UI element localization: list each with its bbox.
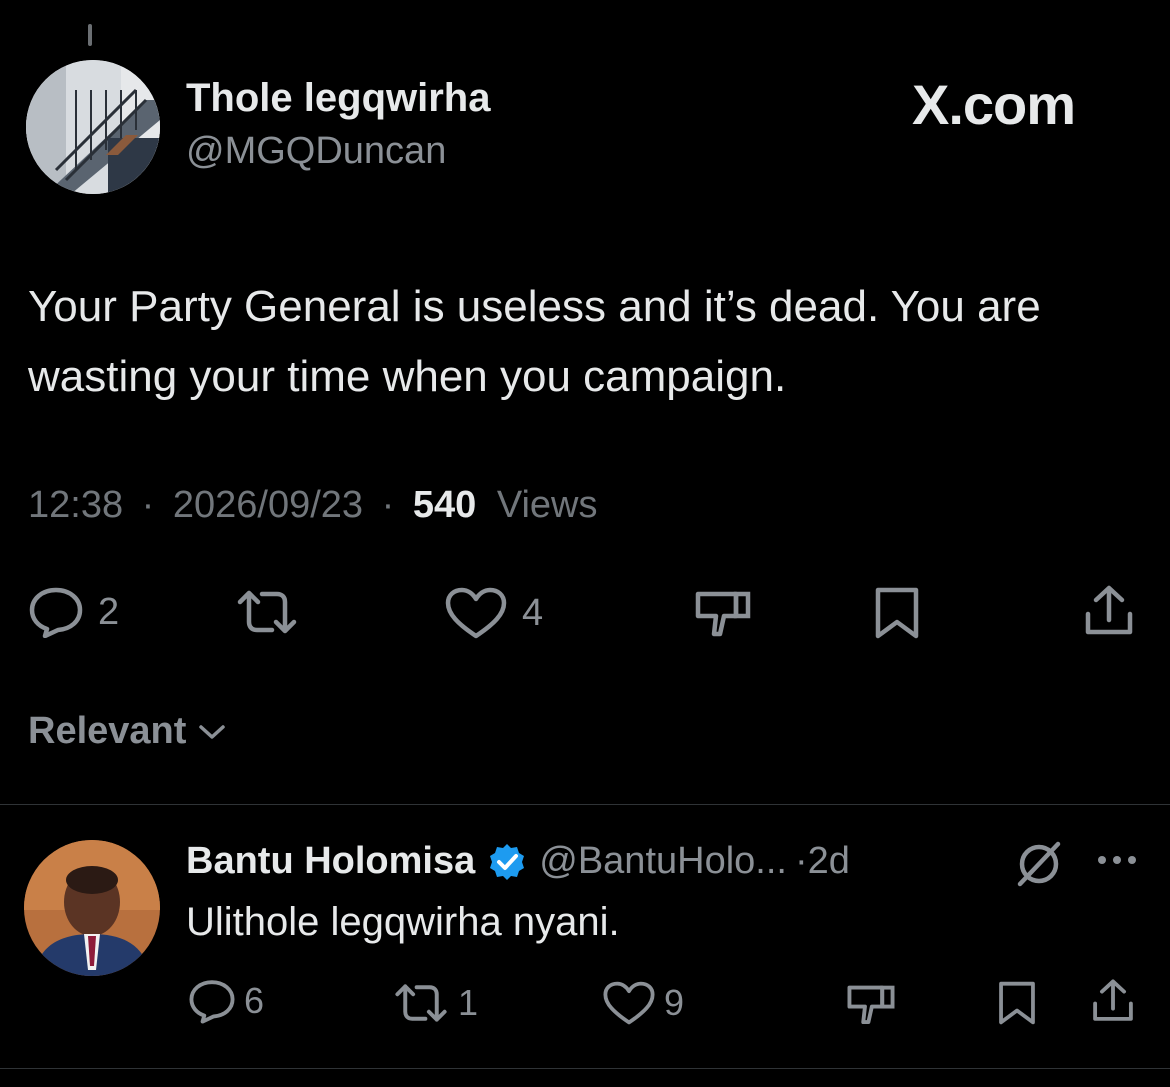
- heart-icon: [445, 587, 507, 639]
- meta-separator: ·: [381, 484, 395, 526]
- reply-time[interactable]: 2d: [808, 840, 850, 883]
- reply-dislike-button[interactable]: [846, 982, 896, 1026]
- reply-icon: [189, 980, 235, 1024]
- dislike-button[interactable]: [694, 588, 752, 638]
- author-name[interactable]: Thole legqwirha: [186, 76, 490, 121]
- bookmark-icon: [875, 587, 919, 639]
- retweet-button[interactable]: [234, 588, 314, 636]
- share-button[interactable]: [1082, 584, 1136, 638]
- tweet-text: Your Party General is useless and it’s d…: [28, 282, 1041, 401]
- reply-header: Bantu Holomisa @BantuHolo... · 2d: [186, 840, 850, 883]
- grok-icon: [1017, 841, 1061, 887]
- reply-reply-button[interactable]: 6: [188, 978, 264, 1024]
- chevron-down-icon: [199, 724, 226, 739]
- reply-author-avatar[interactable]: [24, 840, 160, 976]
- sort-label: Relevant: [28, 710, 187, 752]
- share-icon: [1085, 585, 1133, 635]
- views-label: Views: [496, 484, 598, 526]
- divider: [0, 1068, 1170, 1069]
- reply-icon: [29, 587, 83, 638]
- tweet-time: 12:38: [28, 484, 124, 526]
- reply-share-button[interactable]: [1090, 978, 1136, 1024]
- like-button[interactable]: 4: [444, 586, 543, 640]
- thumbs-down-icon: [695, 591, 751, 637]
- heart-icon: [603, 981, 655, 1025]
- verified-badge-icon: [490, 843, 525, 880]
- bookmark-icon: [999, 981, 1035, 1025]
- like-count: 4: [522, 591, 544, 634]
- grok-button[interactable]: [1014, 840, 1064, 893]
- retweet-icon: [395, 984, 447, 1022]
- retweet-icon: [237, 590, 297, 634]
- tweet-date: 2026/09/23: [172, 484, 364, 526]
- reply-reply-count: 6: [244, 980, 265, 1021]
- reply-retweet-count: 1: [458, 982, 479, 1023]
- views-count: 540: [412, 484, 477, 526]
- share-icon: [1093, 979, 1133, 1021]
- thumbs-down-icon: [847, 985, 895, 1025]
- tweet-meta: 12:38 · 2026/09/23 · 540 Views: [28, 484, 598, 527]
- reply-count: 2: [98, 590, 120, 633]
- reply-text: Ulithole legqwirha nyani.: [186, 900, 620, 944]
- more-options-button[interactable]: [1096, 852, 1138, 873]
- reply-bookmark-button[interactable]: [996, 980, 1038, 1026]
- reply-button[interactable]: 2: [28, 586, 119, 638]
- thread-connector-line: [88, 24, 92, 46]
- x-brand-logo: X.com: [912, 73, 1076, 136]
- bookmark-button[interactable]: [872, 586, 922, 640]
- reply-retweet-button[interactable]: 1: [392, 982, 478, 1024]
- author-handle[interactable]: @MGQDuncan: [186, 130, 446, 173]
- reply-author-handle[interactable]: @BantuHolo...: [539, 840, 787, 883]
- meta-separator: ·: [794, 840, 808, 882]
- divider: [0, 804, 1170, 805]
- reply-like-count: 9: [664, 982, 685, 1023]
- meta-separator: ·: [141, 484, 155, 526]
- more-icon: [1098, 856, 1136, 864]
- author-avatar[interactable]: [26, 60, 160, 194]
- reply-author-name[interactable]: Bantu Holomisa: [186, 840, 475, 883]
- sort-replies-dropdown[interactable]: Relevant: [28, 710, 228, 753]
- reply-like-button[interactable]: 9: [602, 980, 684, 1026]
